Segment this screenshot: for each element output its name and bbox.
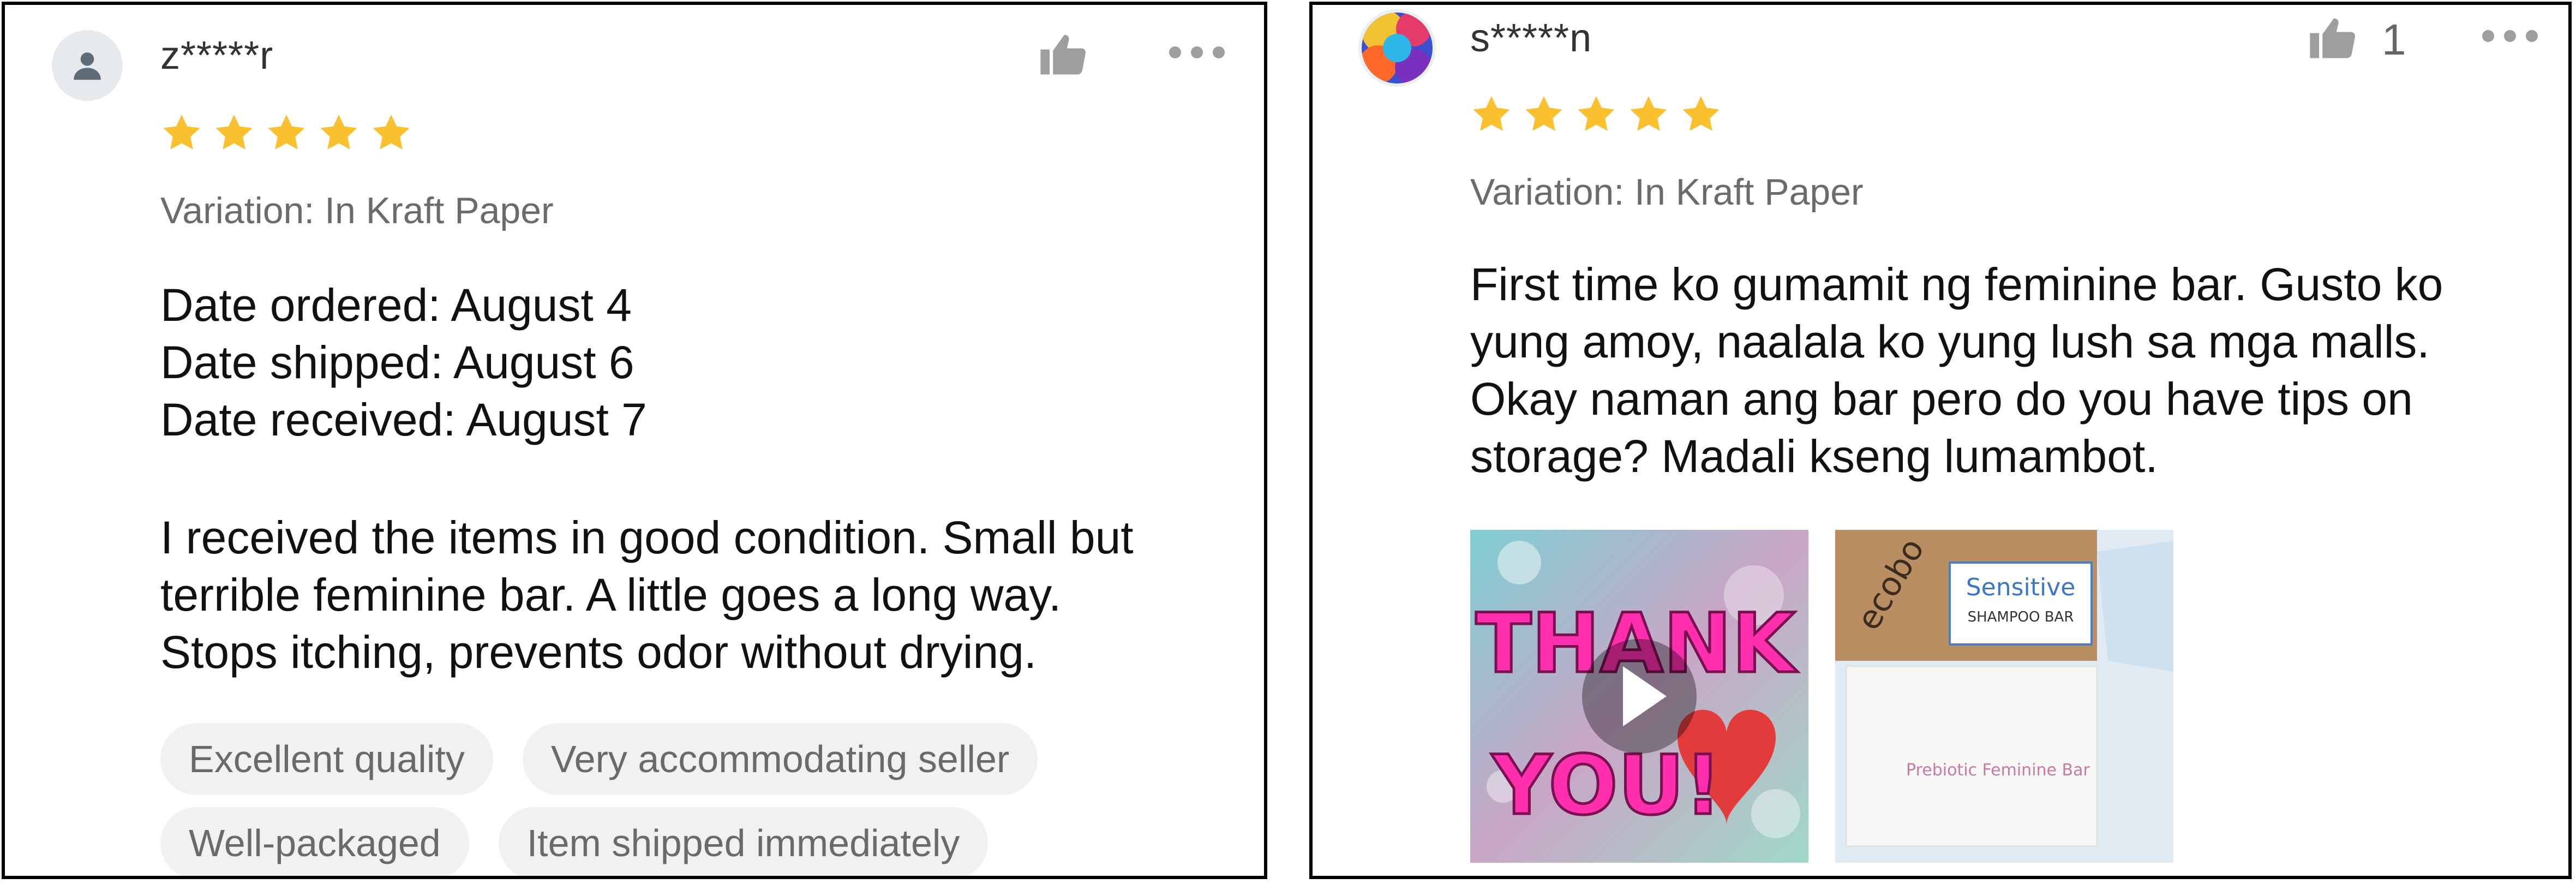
- user-silhouette-icon: [74, 52, 101, 80]
- avatar[interactable]: [1362, 13, 1433, 83]
- tags-row: Excellent quality Very accommodating sel…: [160, 723, 1038, 795]
- thumbs-up-icon[interactable]: [1036, 27, 1091, 81]
- review-card: z*****r Variation: In Kraft Paper Date o…: [2, 2, 1267, 879]
- white-box: [1845, 665, 2098, 847]
- more-options-icon[interactable]: [2480, 28, 2540, 44]
- star-icon: [215, 115, 253, 150]
- star-icon: [1473, 96, 1510, 131]
- review-body: I received the items in good condition. …: [160, 512, 1134, 678]
- more-options-icon[interactable]: [1167, 44, 1227, 61]
- review-video-thumbnail[interactable]: THANK YOU!: [1470, 530, 1808, 863]
- review-card: s*****n 1 Variation: In Kraft Paper Firs…: [1309, 2, 2572, 879]
- variation-label: Variation: In Kraft Paper: [160, 190, 554, 231]
- review-tag: Very accommodating seller: [522, 723, 1038, 795]
- review-body: First time ko gumamit ng feminine bar. G…: [1470, 259, 2443, 482]
- star-icon: [1578, 96, 1615, 131]
- product-label-text: SHAMPOO BAR: [1968, 609, 2074, 625]
- product-label-text: Sensitive: [1966, 574, 2076, 601]
- date-shipped: Date shipped: August 6: [160, 337, 634, 388]
- avatar[interactable]: [52, 30, 123, 101]
- star-icon: [1525, 96, 1562, 131]
- star-rating: [160, 112, 412, 154]
- review-photo-thumbnail[interactable]: ecobo Sensitive SHAMPOO BAR Prebiotic Fe…: [1835, 530, 2173, 863]
- tags-row: Well-packaged Item shipped immediately: [160, 807, 989, 876]
- star-rating: [1470, 93, 1722, 136]
- video-overlay-text: YOU!: [1491, 738, 1722, 833]
- star-icon: [163, 115, 200, 150]
- product-label-text: Prebiotic Feminine Bar: [1906, 761, 2090, 780]
- review-tag: Item shipped immediately: [498, 807, 989, 876]
- star-icon: [268, 115, 305, 150]
- product-photo-image: ecobo Sensitive SHAMPOO BAR Prebiotic Fe…: [1835, 530, 2173, 863]
- date-received: Date received: August 7: [160, 394, 647, 445]
- star-icon: [1682, 96, 1720, 131]
- star-icon: [373, 115, 410, 150]
- thumbs-up-icon[interactable]: [2305, 10, 2360, 65]
- star-icon: [1630, 96, 1667, 131]
- variation-label: Variation: In Kraft Paper: [1470, 171, 1864, 213]
- reviewer-username: z*****r: [160, 34, 274, 77]
- star-icon: [320, 115, 357, 150]
- like-count: 1: [2382, 15, 2406, 64]
- reviewer-username: s*****n: [1470, 16, 1592, 60]
- review-tag: Excellent quality: [160, 723, 493, 795]
- date-ordered: Date ordered: August 4: [160, 279, 632, 331]
- colorful-photo-avatar: [1362, 13, 1433, 83]
- thank-you-video-image: THANK YOU!: [1470, 530, 1808, 863]
- review-tag: Well-packaged: [160, 807, 469, 876]
